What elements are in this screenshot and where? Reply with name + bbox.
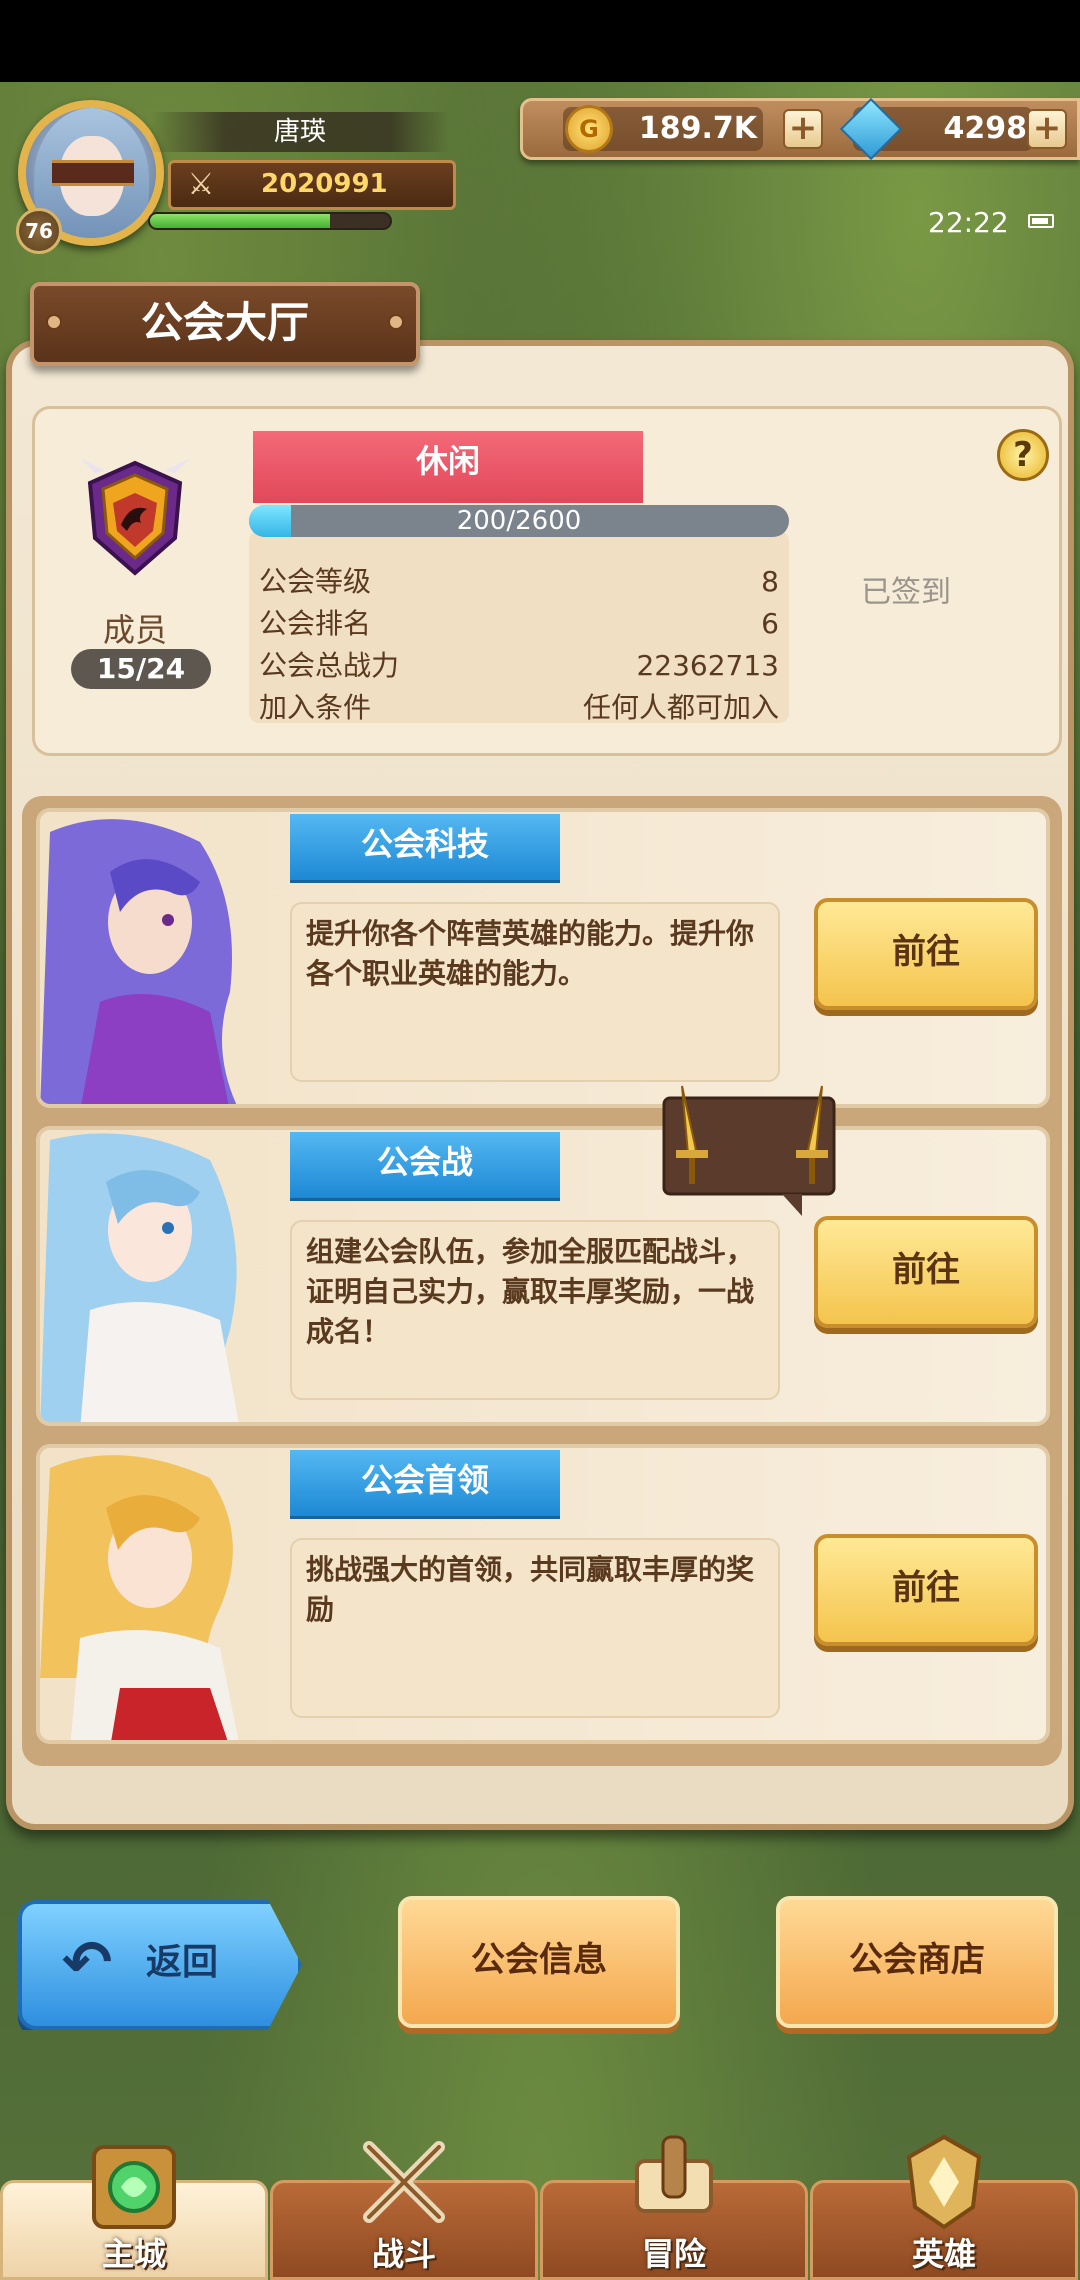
crossed-swords-icon: ⚔ — [187, 167, 215, 202]
back-button[interactable]: ↶ 返回 — [18, 1900, 302, 2030]
gold-value: 189.7K — [638, 111, 757, 146]
stat-label: 公会排名 — [259, 607, 372, 640]
go-button-boss[interactable]: 前往 — [814, 1534, 1038, 1646]
nav-tab-main-city[interactable]: 主城 — [0, 2145, 268, 2280]
guild-info-card: 成员 15/24 休闲 公会等级 8 公会排名 6 公会总战力 22362713… — [32, 406, 1062, 756]
help-icon[interactable]: ? — [997, 429, 1049, 481]
player-exp-bar — [148, 212, 392, 230]
feature-desc-war: 组建公会队伍，参加全服匹配战斗，证明自己实力，赢取丰厚奖励，一战成名！ — [290, 1220, 780, 1400]
guild-hall-panel: 成员 15/24 休闲 公会等级 8 公会排名 6 公会总战力 22362713… — [6, 340, 1074, 1830]
members-count: 15/24 — [71, 649, 211, 689]
bottom-nav: 主城 战斗 冒险 英雄 — [0, 2134, 1080, 2280]
feature-tag-war: 公会战 — [290, 1132, 560, 1198]
guild-exp-bar: 200/2600 — [249, 505, 789, 537]
hero-helmet-icon — [906, 2134, 982, 2230]
guild-stats-box: 公会等级 8 公会排名 6 公会总战力 22362713 加入条件 任何人都可加… — [249, 531, 789, 724]
avatar-blindfold — [52, 160, 134, 186]
feature-card-boss: 公会首领 挑战强大的首领，共同赢取丰厚的奖励 前往 — [36, 1444, 1050, 1744]
nav-tab-heroes[interactable]: 英雄 — [810, 2134, 1078, 2280]
back-button-label: 返回 — [146, 1942, 219, 1983]
player-level-badge: 76 — [16, 208, 62, 254]
status-bar — [0, 0, 1080, 82]
player-exp-fill — [150, 214, 330, 228]
stat-label: 加入条件 — [259, 691, 372, 724]
stat-row-power: 公会总战力 22362713 — [259, 645, 779, 687]
signed-in-status: 已签到 — [861, 575, 951, 610]
stat-value: 8 — [761, 565, 779, 598]
stat-value: 22362713 — [636, 649, 779, 682]
feature-tag-tech: 公会科技 — [290, 814, 560, 880]
stat-label: 公会总战力 — [259, 649, 400, 682]
guild-emblem-icon — [80, 458, 190, 576]
add-gems-button[interactable]: + — [1027, 109, 1067, 149]
player-name: 唐瑛 — [150, 112, 450, 152]
go-button-war[interactable]: 前往 — [814, 1216, 1038, 1328]
nav-label: 主城 — [101, 2235, 166, 2273]
banner-stud-icon — [388, 314, 404, 330]
player-power-plate: ⚔ 2020991 — [168, 160, 456, 210]
back-arrow-icon: ↶ — [62, 1928, 113, 1998]
guild-war-swords-icon — [662, 1085, 836, 1216]
banner-stud-icon — [46, 314, 62, 330]
feature-list: 公会科技 提升你各个阵营英雄的能力。提升你各个职业英雄的能力。 前往 公会战 组… — [22, 796, 1062, 1766]
page-title: 公会大厅 — [30, 282, 420, 366]
gems-value: 4298 — [943, 111, 1028, 146]
guild-info-button[interactable]: 公会信息 — [398, 1896, 680, 2028]
members-label: 成员 — [102, 611, 167, 649]
stat-row-rank: 公会排名 6 — [259, 603, 779, 645]
stat-value: 任何人都可加入 — [582, 691, 779, 724]
castle-icon — [92, 2145, 176, 2229]
nav-label: 冒险 — [641, 2235, 706, 2273]
guild-type-banner: 休闲 — [253, 431, 643, 503]
clock-time: 22:22 — [928, 206, 1009, 239]
gold-coin-icon: G — [565, 105, 613, 153]
feature-tag-boss: 公会首领 — [290, 1450, 560, 1516]
guild-exp-text: 200/2600 — [456, 506, 582, 536]
crossed-swords-icon — [363, 2141, 445, 2223]
add-gold-button[interactable]: + — [783, 109, 823, 149]
feature-desc-tech: 提升你各个阵营英雄的能力。提升你各个职业英雄的能力。 — [290, 902, 780, 1082]
scroll-map-icon — [635, 2135, 713, 2213]
feature-desc-boss: 挑战强大的首领，共同赢取丰厚的奖励 — [290, 1538, 780, 1718]
player-power-value: 2020991 — [261, 169, 388, 199]
go-button-tech[interactable]: 前往 — [814, 898, 1038, 1010]
stat-row-join: 加入条件 任何人都可加入 — [259, 687, 779, 729]
currency-bar: 189.7K G + 4298 + — [520, 97, 1080, 161]
nav-label: 英雄 — [911, 2235, 976, 2273]
nav-label: 战斗 — [371, 2235, 436, 2273]
battery-icon — [1028, 214, 1054, 228]
stat-value: 6 — [761, 607, 779, 640]
stat-label: 公会等级 — [259, 565, 372, 598]
stat-row-level: 公会等级 8 — [259, 561, 779, 603]
feature-card-tech: 公会科技 提升你各个阵营英雄的能力。提升你各个职业英雄的能力。 前往 — [36, 808, 1050, 1108]
guild-shop-button[interactable]: 公会商店 — [776, 1896, 1058, 2028]
nav-tab-adventure[interactable]: 冒险 — [540, 2135, 808, 2280]
feature-card-war: 公会战 组建公会队伍，参加全服匹配战斗，证明自己实力，赢取丰厚奖励，一战成名！ … — [36, 1126, 1050, 1426]
page-title-text: 公会大厅 — [140, 298, 309, 347]
nav-tab-battle[interactable]: 战斗 — [270, 2141, 538, 2280]
